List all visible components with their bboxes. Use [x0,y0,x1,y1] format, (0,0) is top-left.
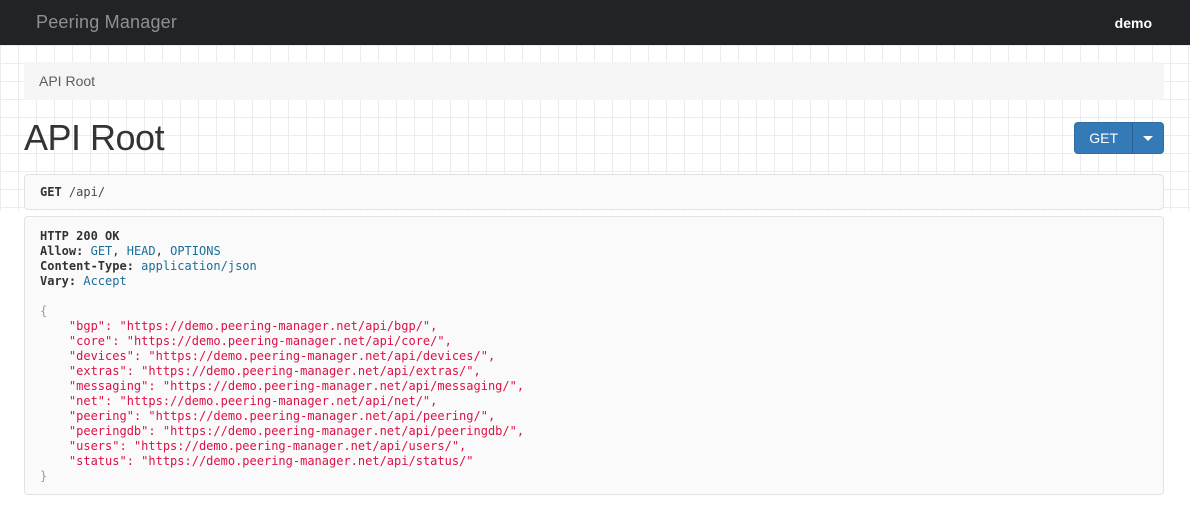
json-comma: , [459,439,466,453]
json-key: "users" [69,439,120,453]
api-endpoint-link-devices[interactable]: "https://demo.peering-manager.net/api/de… [148,349,488,363]
api-endpoint-link-bgp[interactable]: "https://demo.peering-manager.net/api/bg… [119,319,430,333]
json-colon: : [148,379,162,393]
json-colon: : [112,334,126,348]
api-endpoint-link-status[interactable]: "https://demo.peering-manager.net/api/st… [141,454,473,468]
response-header-name: Allow: [40,244,83,258]
json-key: "status" [69,454,127,468]
json-comma: , [430,319,437,333]
response-header-value: OPTIONS [170,244,221,258]
json-key: "core" [69,334,112,348]
request-path: /api/ [69,185,105,199]
json-colon: : [148,424,162,438]
json-colon: : [105,394,119,408]
brand-link[interactable]: Peering Manager [36,12,177,33]
caret-down-icon [1143,136,1153,141]
json-key: "devices" [69,349,134,363]
request-method: GET [40,185,62,199]
response-info-panel: HTTP 200 OK Allow: GET, HEAD, OPTIONS Co… [24,216,1164,495]
json-key: "extras" [69,364,127,378]
json-key: "bgp" [69,319,105,333]
json-comma: , [488,349,495,363]
api-endpoint-link-peering[interactable]: "https://demo.peering-manager.net/api/pe… [148,409,488,423]
api-endpoint-link-peeringdb[interactable]: "https://demo.peering-manager.net/api/pe… [163,424,517,438]
api-endpoint-link-extras[interactable]: "https://demo.peering-manager.net/api/ex… [141,364,473,378]
json-key: "messaging" [69,379,148,393]
json-colon: : [127,364,141,378]
get-format-dropdown-button[interactable] [1133,122,1164,154]
response-header-name: Vary: [40,274,76,288]
response-status-line: HTTP 200 OK [40,229,119,243]
api-endpoint-link-net[interactable]: "https://demo.peering-manager.net/api/ne… [119,394,430,408]
get-button-group: GET [1074,122,1164,154]
top-navbar: Peering Manager demo [0,0,1190,45]
user-menu[interactable]: demo [1115,15,1152,31]
json-comma: , [517,424,524,438]
json-colon: : [119,439,133,453]
breadcrumb: API Root [24,62,1164,100]
json-key: "peeringdb" [69,424,148,438]
response-header-value: Accept [83,274,126,288]
main-content: API Root API Root GET GET /api/ HTTP 200… [0,62,1190,495]
response-header-value: application/json [141,259,257,273]
api-endpoint-link-core[interactable]: "https://demo.peering-manager.net/api/co… [127,334,445,348]
json-colon: : [134,409,148,423]
header-value-separator: , [156,244,170,258]
request-info-panel: GET /api/ [24,174,1164,210]
json-comma: , [488,409,495,423]
json-colon: : [127,454,141,468]
header-value-separator: , [112,244,126,258]
response-header-value: GET [91,244,113,258]
api-endpoint-link-users[interactable]: "https://demo.peering-manager.net/api/us… [134,439,459,453]
get-button[interactable]: GET [1074,122,1133,154]
json-colon: : [134,349,148,363]
page-title: API Root [24,117,164,159]
breadcrumb-item-api-root: API Root [39,73,95,89]
json-open-brace: { [40,304,47,318]
json-comma: , [474,364,481,378]
json-comma: , [445,334,452,348]
title-row: API Root GET [24,116,1164,160]
response-header-name: Content-Type: [40,259,134,273]
json-colon: : [105,319,119,333]
json-close-brace: } [40,469,47,483]
json-key: "net" [69,394,105,408]
json-comma: , [430,394,437,408]
response-header-value: HEAD [127,244,156,258]
json-key: "peering" [69,409,134,423]
api-endpoint-link-messaging[interactable]: "https://demo.peering-manager.net/api/me… [163,379,517,393]
json-comma: , [517,379,524,393]
